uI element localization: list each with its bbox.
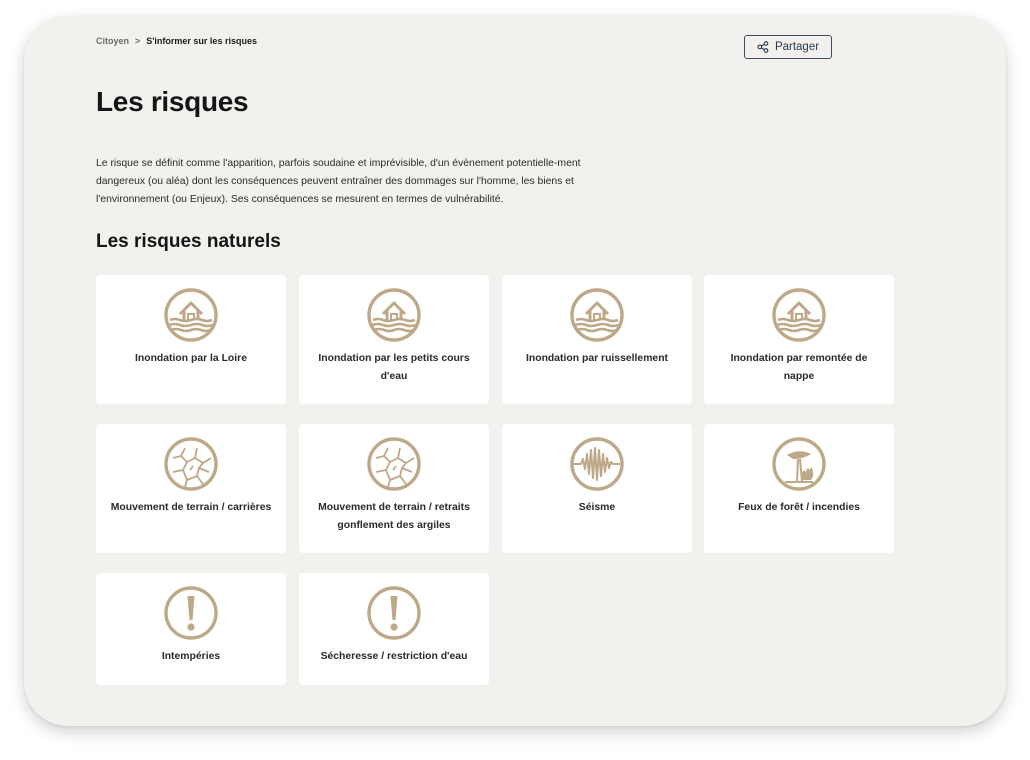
risk-card-label: Feux de forêt / incendies xyxy=(738,502,860,513)
cracked-ground-icon xyxy=(163,436,219,492)
risk-card-label: Inondation par remontée de nappe xyxy=(730,353,868,382)
cracked-ground-icon xyxy=(366,436,422,492)
risk-card-mouvement-carrieres[interactable]: Mouvement de terrain / carrières xyxy=(96,424,286,553)
risk-card-inondation-loire[interactable]: Inondation par la Loire xyxy=(96,275,286,404)
risk-card-inondation-nappe[interactable]: Inondation par remontée de nappe xyxy=(704,275,894,404)
risk-card-inondation-petits-cours[interactable]: Inondation par les petits cours d'eau xyxy=(299,275,489,404)
risk-card-label: Mouvement de terrain / carrières xyxy=(110,502,272,513)
share-button[interactable]: Partager xyxy=(744,35,832,59)
breadcrumb: Citoyen > S'informer sur les risques xyxy=(96,36,257,46)
flood-icon xyxy=(569,287,625,343)
flood-icon xyxy=(366,287,422,343)
flood-icon xyxy=(771,287,827,343)
breadcrumb-current: S'informer sur les risques xyxy=(146,36,257,46)
breadcrumb-parent-link[interactable]: Citoyen xyxy=(96,36,129,46)
page-frame: Citoyen > S'informer sur les risques Par… xyxy=(24,16,1006,726)
risk-card-seisme[interactable]: Séisme xyxy=(502,424,692,553)
risk-card-label: Inondation par la Loire xyxy=(135,353,247,364)
share-icon xyxy=(757,41,769,53)
exclamation-icon xyxy=(366,585,422,641)
page-title: Les risques xyxy=(96,86,249,117)
risk-card-secheresse[interactable]: Sécheresse / restriction d'eau xyxy=(299,573,489,685)
risk-card-label: Mouvement de terrain / retraits gonfleme… xyxy=(318,502,470,531)
risk-card-label: Séisme xyxy=(578,502,616,513)
seismic-wave-icon xyxy=(569,436,625,492)
flood-icon xyxy=(163,287,219,343)
intro-text: Le risque se définit comme l'apparition,… xyxy=(96,158,581,205)
risk-card-inondation-ruissellement[interactable]: Inondation par ruissellement xyxy=(502,275,692,404)
risk-card-label: Sécheresse / restriction d'eau xyxy=(320,651,468,662)
risk-card-feux-foret[interactable]: Feux de forêt / incendies xyxy=(704,424,894,553)
risk-card-label: Inondation par ruissellement xyxy=(525,353,669,364)
section-title: Les risques naturels xyxy=(96,231,281,252)
risk-card-label: Intempéries xyxy=(161,651,221,662)
risk-card-label: Inondation par les petits cours d'eau xyxy=(318,353,470,382)
share-label: Partager xyxy=(774,41,820,53)
risk-card-intemperies[interactable]: Intempéries xyxy=(96,573,286,685)
exclamation-icon xyxy=(163,585,219,641)
breadcrumb-separator: > xyxy=(135,36,141,46)
forest-fire-icon xyxy=(771,436,827,492)
risk-card-mouvement-argiles[interactable]: Mouvement de terrain / retraits gonfleme… xyxy=(299,424,489,553)
